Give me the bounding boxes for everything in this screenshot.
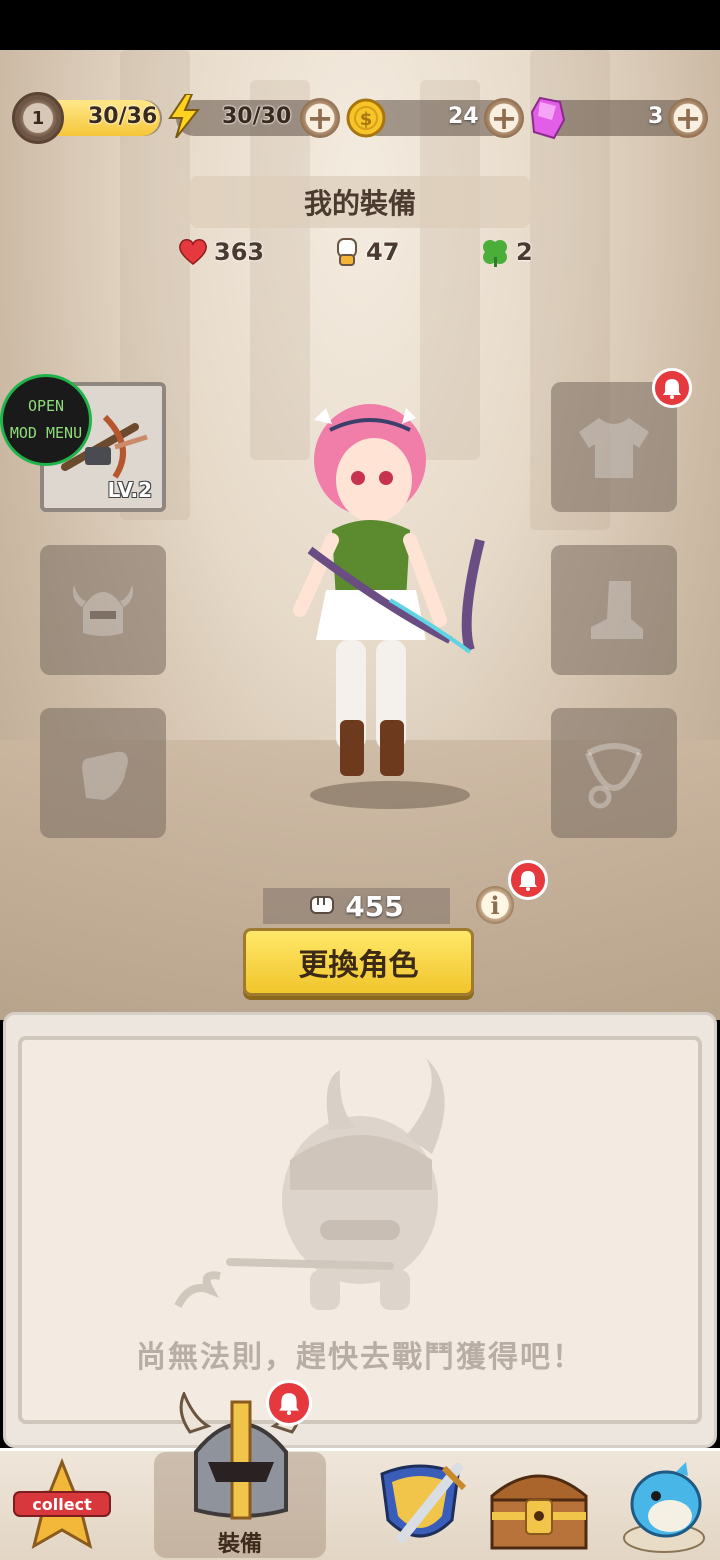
xp-value: 30/36 xyxy=(88,104,158,129)
info-button[interactable]: i xyxy=(476,886,514,924)
stat-hp: 363 xyxy=(178,234,264,270)
helmet-icon xyxy=(73,585,133,636)
stat-attack: 47 xyxy=(334,234,399,270)
resource-bar: 1 30/36 30/30 + $ 24 + 3 + xyxy=(0,92,720,144)
clover-icon xyxy=(483,240,507,267)
title-banner: 我的裝備 xyxy=(172,176,548,228)
treasure-chest-icon xyxy=(490,1474,588,1550)
bell-icon xyxy=(279,1393,299,1415)
info-icon: i xyxy=(490,890,500,920)
boots-slot[interactable] xyxy=(551,545,677,675)
glove-icon xyxy=(82,751,128,800)
hp-value: 363 xyxy=(214,238,265,266)
power-fist-icon xyxy=(310,896,335,914)
nav-pet[interactable] xyxy=(616,1458,714,1556)
character-model[interactable] xyxy=(270,390,510,810)
shirt-icon xyxy=(579,418,649,478)
pet-creature-icon xyxy=(623,1462,705,1553)
stat-luck: 2 xyxy=(480,234,533,270)
change-character-button[interactable]: 更換角色 xyxy=(243,928,474,996)
page-title: 我的裝備 xyxy=(303,187,416,220)
shield-sword-icon xyxy=(380,1463,467,1543)
gem-icon xyxy=(530,96,566,140)
bell-icon xyxy=(663,379,681,399)
lightning-icon xyxy=(168,94,200,138)
svg-text:$: $ xyxy=(360,109,373,130)
collect-star-icon: collect xyxy=(13,1457,111,1550)
gem-value: 3 xyxy=(648,104,664,129)
equipment-notification-badge xyxy=(266,1380,312,1426)
info-notification-badge xyxy=(508,860,548,900)
collect-label: collect xyxy=(32,1495,92,1514)
nav-chest[interactable] xyxy=(486,1462,592,1554)
gloves-slot[interactable] xyxy=(40,708,166,838)
viking-monster-placeholder-icon xyxy=(174,1058,445,1310)
necklace-icon xyxy=(585,743,643,809)
energy-value: 30/30 xyxy=(222,104,292,129)
open-mod-menu-button[interactable]: OPEN MOD MENU xyxy=(0,374,92,466)
heart-icon xyxy=(179,239,207,265)
status-bar xyxy=(0,0,720,50)
add-gems-button[interactable]: + xyxy=(668,98,708,138)
level-badge[interactable]: 1 xyxy=(12,92,64,144)
attack-value: 47 xyxy=(366,238,400,266)
helmet-slot[interactable] xyxy=(40,545,166,675)
power-value: 455 xyxy=(345,889,404,923)
add-energy-button[interactable]: + xyxy=(300,98,340,138)
weapon-level: LV.2 xyxy=(107,478,152,502)
fist-icon xyxy=(337,238,357,266)
power-display: 455 xyxy=(263,888,450,924)
armor-notification-badge xyxy=(652,368,692,408)
bell-icon xyxy=(519,871,537,891)
coin-value: 24 xyxy=(448,104,479,129)
luck-value: 2 xyxy=(516,238,533,266)
nav-collect[interactable]: collect xyxy=(12,1457,112,1556)
coin-icon: $ xyxy=(346,98,386,138)
nav-battle[interactable] xyxy=(372,1460,468,1554)
mod-menu-line1: OPEN xyxy=(27,397,65,415)
add-coins-button[interactable]: + xyxy=(484,98,524,138)
level-value: 1 xyxy=(31,107,45,129)
boot-icon xyxy=(591,581,643,639)
empty-rules-message: 尚無法則，趕快去戰鬥獲得吧！ xyxy=(136,1340,584,1375)
necklace-slot[interactable] xyxy=(551,708,677,838)
nav-equipment-label: 裝備 xyxy=(217,1532,262,1557)
mod-menu-line2: MOD MENU xyxy=(9,424,83,442)
